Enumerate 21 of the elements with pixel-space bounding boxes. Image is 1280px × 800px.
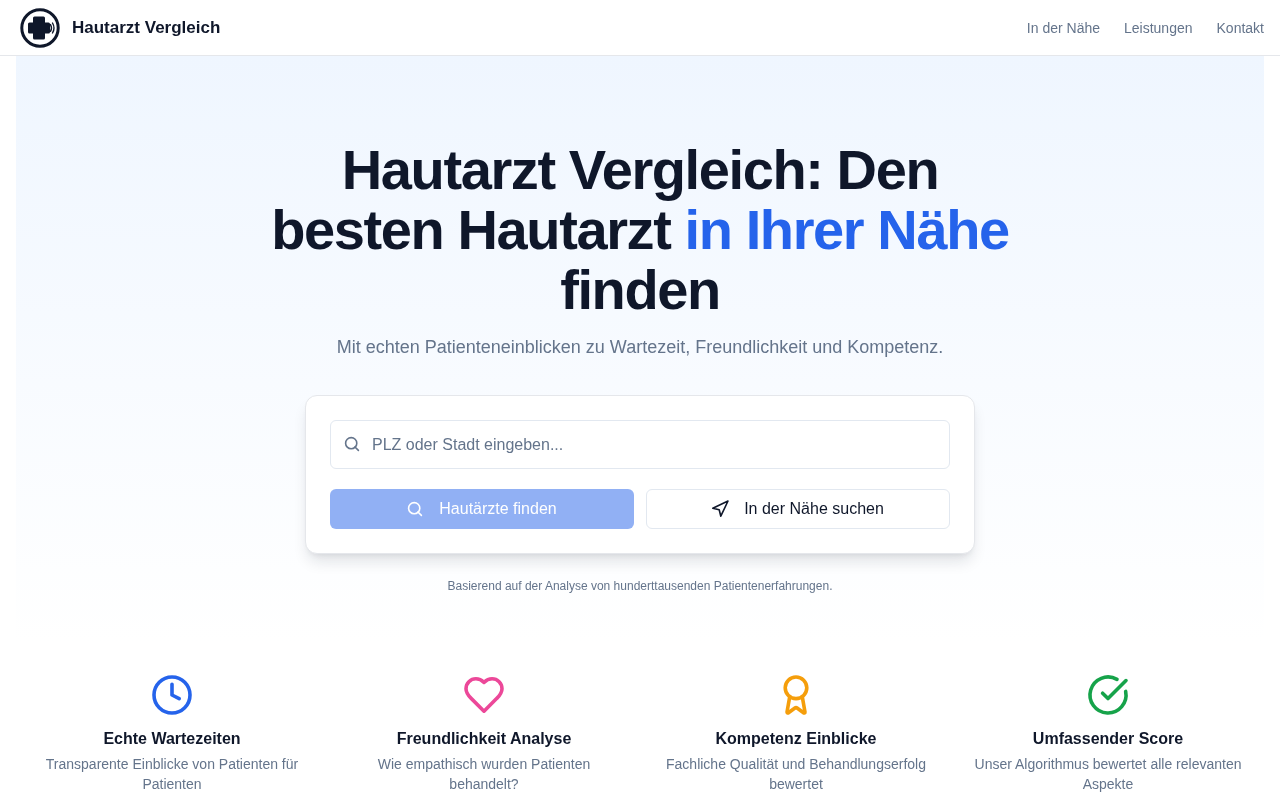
nav-link[interactable]: Leistungen bbox=[1124, 19, 1193, 36]
feature-title: Freundlichkeit Analyse bbox=[396, 729, 572, 749]
search-icon bbox=[407, 501, 424, 517]
feature-title: Echte Wartezeiten bbox=[103, 729, 241, 749]
search-field[interactable]: PLZ oder Stadt eingeben... bbox=[330, 420, 950, 469]
feature-description: Transparente Einblicke von Patienten für Patienten bbox=[44, 755, 300, 794]
feature-title: Umfassender Score bbox=[1032, 729, 1184, 749]
feature-description: Fachliche Qualität und Behandlungserfolg bewertet bbox=[665, 755, 927, 794]
feature-title: Kompetenz Einblicke bbox=[715, 729, 877, 749]
feature-description: Wie empathisch wurden Patienten behandelt? bbox=[376, 755, 592, 794]
navigation-arrow-icon bbox=[712, 501, 729, 517]
hero-subtitle: Mit echten Patienteneinblicken zu Wartezeit, Freundlichkeit und Kompetenz. bbox=[335, 336, 945, 359]
analysis-note: Basierend auf der Analyse von hunderttausenden Patientenerfahrungen. bbox=[446, 578, 834, 594]
cross-logo-icon[interactable] bbox=[20, 7, 60, 48]
feature-description: Unser Algorithmus bewertet alle relevanten Aspekte bbox=[974, 755, 1242, 794]
brand-title: Hautarzt Vergleich bbox=[72, 17, 221, 38]
hero-heading: Hautarzt Vergleich: Den besten Hautarzt in Ihrer Nähe finden bbox=[270, 140, 1010, 320]
nav-link[interactable]: Kontakt bbox=[1216, 19, 1264, 36]
search-icon bbox=[344, 436, 360, 452]
nav-link[interactable]: In der Nähe bbox=[1026, 19, 1100, 36]
nearby-search-button[interactable]: In der Nähe suchen bbox=[646, 489, 950, 529]
